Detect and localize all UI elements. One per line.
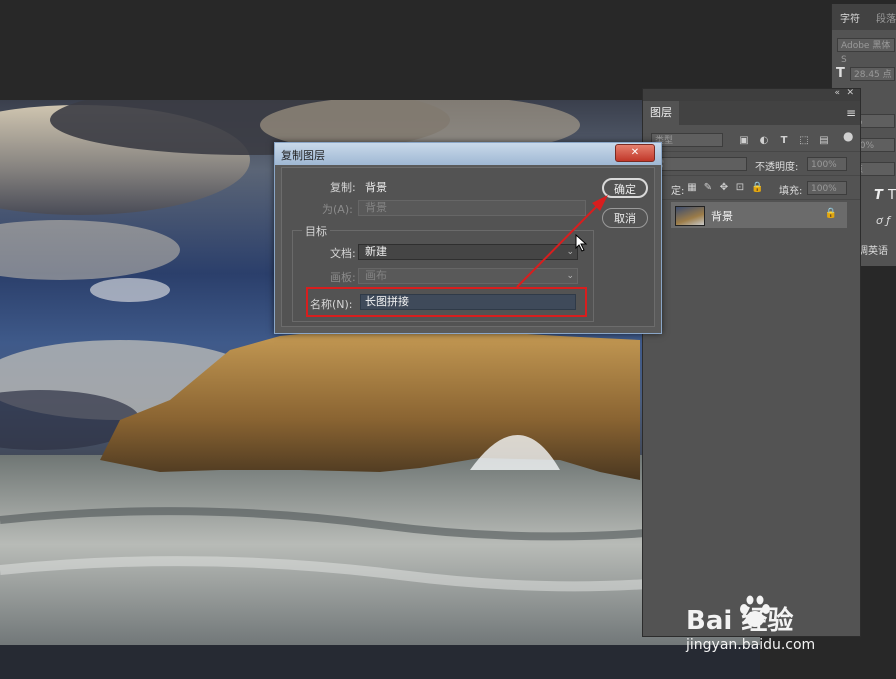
annotation-arrow [516, 195, 608, 288]
watermark-url: jingyan.baidu.com [686, 637, 816, 653]
paw-icon [740, 595, 770, 627]
mouse-cursor-icon [575, 234, 588, 252]
